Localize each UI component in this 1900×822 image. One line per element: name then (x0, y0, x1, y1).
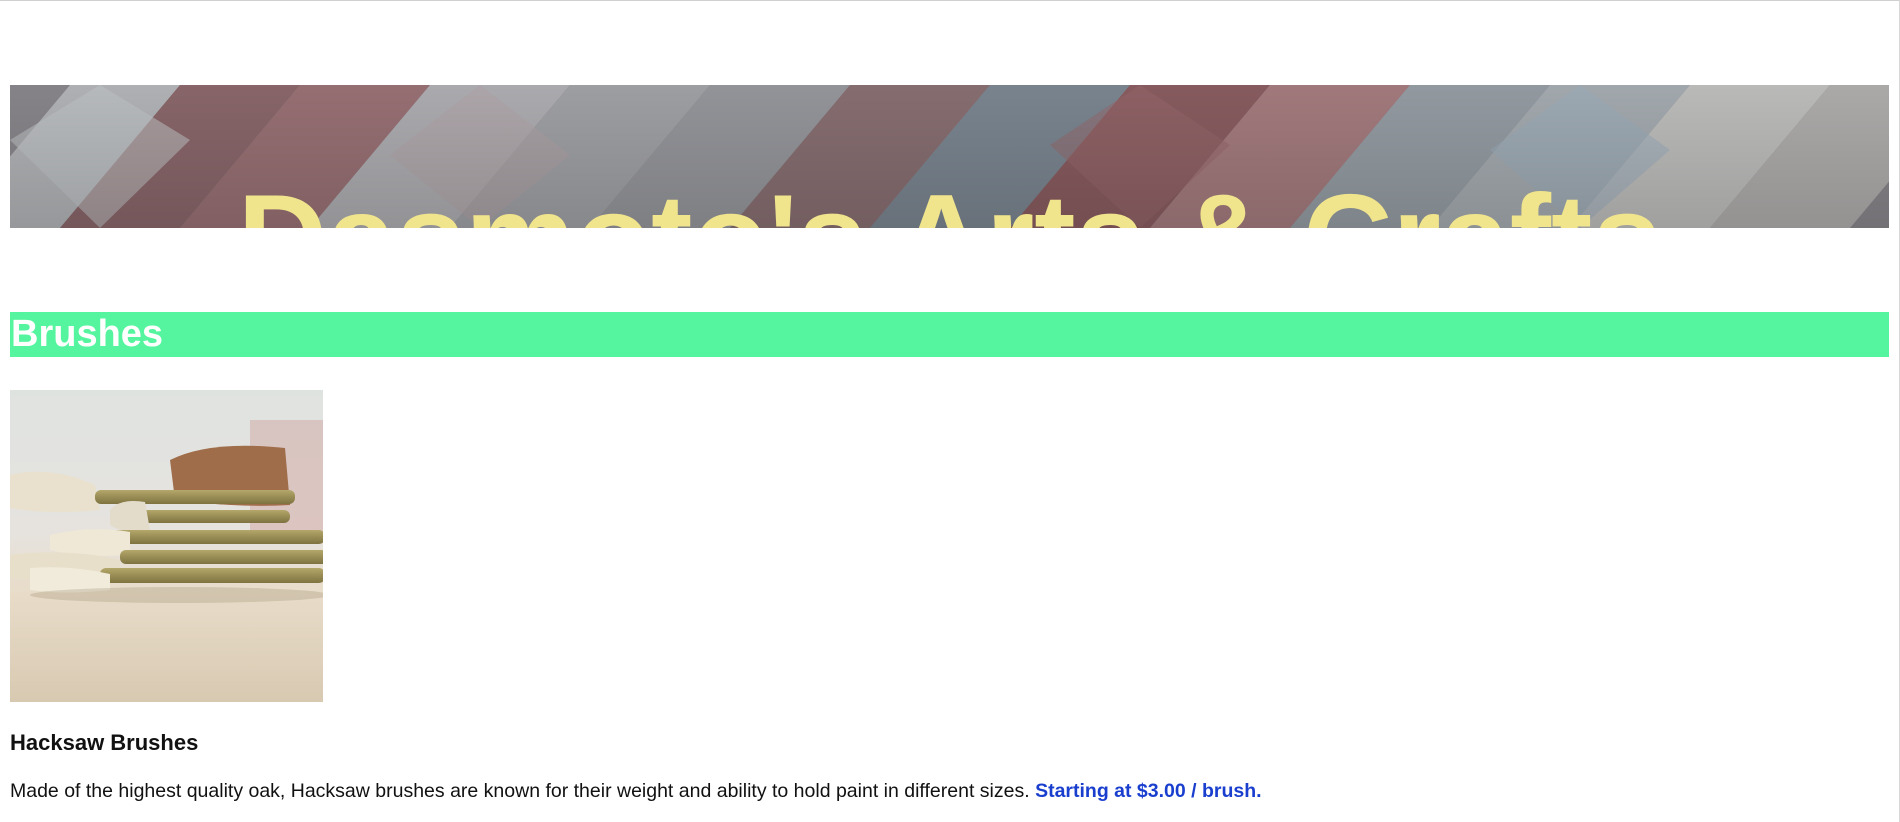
product-title: Hacksaw Brushes (10, 730, 199, 755)
product-image (10, 390, 323, 702)
product-description: Made of the highest quality oak, Hacksaw… (10, 780, 1262, 803)
price-text: Starting at $3.00 / brush. (1035, 780, 1262, 802)
section-heading: Brushes (11, 313, 164, 355)
top-border (0, 0, 1900, 1)
header-banner: Dasmoto's Arts & Crafts (10, 85, 1889, 228)
description-text: Made of the highest quality oak, Hacksaw… (10, 780, 1030, 802)
section-header: Brushes (10, 312, 1889, 357)
page-title: Dasmoto's Arts & Crafts (10, 168, 1889, 228)
paintbrushes-image (10, 390, 323, 702)
